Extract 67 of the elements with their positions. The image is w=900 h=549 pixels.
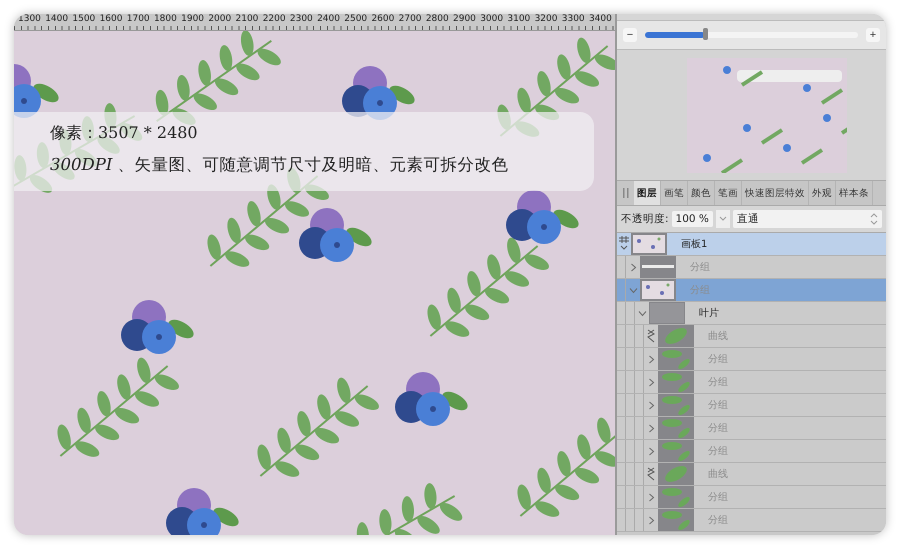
layer-name: 曲线 [708,330,728,343]
ruler-label: 2400 [317,14,341,26]
panel-tab[interactable]: 画笔 [661,181,688,205]
panel-tab[interactable]: 外观 [809,181,836,205]
curve-icon [646,467,656,481]
chevron-icon[interactable] [628,286,638,294]
chevron-icon[interactable] [638,308,646,318]
ruler-label: 3000 [480,14,504,26]
ruler-label: 1900 [181,14,206,26]
panel-tab[interactable]: 样本条 [836,181,873,205]
dropdown-caret-icon[interactable] [716,210,730,228]
chevron-icon[interactable] [646,400,656,410]
ruler-label: 3300 [562,14,586,26]
chevron-icon[interactable] [646,354,656,364]
ruler-label: 2600 [371,14,396,26]
ruler-label: 2100 [236,14,260,26]
ruler-label: 1600 [100,14,124,26]
zoom-in-button[interactable]: + [866,28,880,42]
ruler-label: 3100 [507,14,532,26]
chevron-icon[interactable] [646,516,656,524]
ruler-label: 1500 [72,14,96,26]
panel-tab[interactable]: 笔画 [715,181,742,205]
layer-name: 分组 [708,491,728,504]
layer-name: 分组 [708,514,728,527]
caption-text: 300DPI 、矢量图、可随意调节尺寸及明暗、元素可拆分改色 [50,154,510,176]
layer-row[interactable]: 画板1 [617,233,886,256]
opacity-label: 不透明度: [621,212,669,226]
caption-text: 像素：3507 * 2480 [50,122,199,144]
layer-name: 分组 [708,422,728,435]
chevron-icon[interactable] [646,424,656,432]
panel-tab[interactable]: 图层 [634,181,661,205]
ruler-label: 1400 [45,14,70,26]
artboard-icon[interactable] [619,236,629,252]
layer-name: 曲线 [708,468,728,481]
curve-icon [646,329,656,343]
opacity-field[interactable]: 100 % [672,211,713,227]
ruler-label: 1800 [154,14,178,26]
layer-name: 分组 [708,376,728,389]
layer-name: 分组 [708,445,728,458]
panel-tab[interactable]: 颜色 [688,181,715,205]
blend-mode-select[interactable]: 直通 [732,210,882,228]
ruler-label: 2500 [344,14,368,26]
ruler-label: 2800 [426,14,450,26]
chevron-icon[interactable] [646,492,656,502]
zoom-out-button[interactable]: − [623,28,637,42]
panel-tab[interactable]: 快速图层特效 [742,181,809,205]
ruler-label: 2000 [208,14,232,26]
layer-name: 分组 [690,261,710,274]
chevron-icon[interactable] [646,378,656,386]
layer-name: 分组 [708,399,728,412]
ruler-label: 2700 [398,14,423,26]
layer-name: 叶片 [699,306,719,320]
ruler-label: 3200 [534,14,558,26]
chevron-icon[interactable] [628,262,638,272]
ruler-label: 2900 [453,14,477,26]
ruler-label: 2200 [262,14,287,26]
zoom-slider-thumb[interactable] [702,28,708,40]
layer-row[interactable]: 叶片 [617,302,886,325]
ruler-label: 3400 [588,14,613,26]
chevron-icon[interactable] [646,446,656,456]
up-down-caret-icon [870,213,878,225]
layer-name: 分组 [690,284,710,297]
ruler-label: 2300 [290,14,314,26]
layer-name: 画板1 [681,238,708,251]
panel-grip-icon[interactable] [623,188,629,198]
layer-name: 分组 [708,353,728,366]
ruler-label: 1700 [126,14,151,26]
